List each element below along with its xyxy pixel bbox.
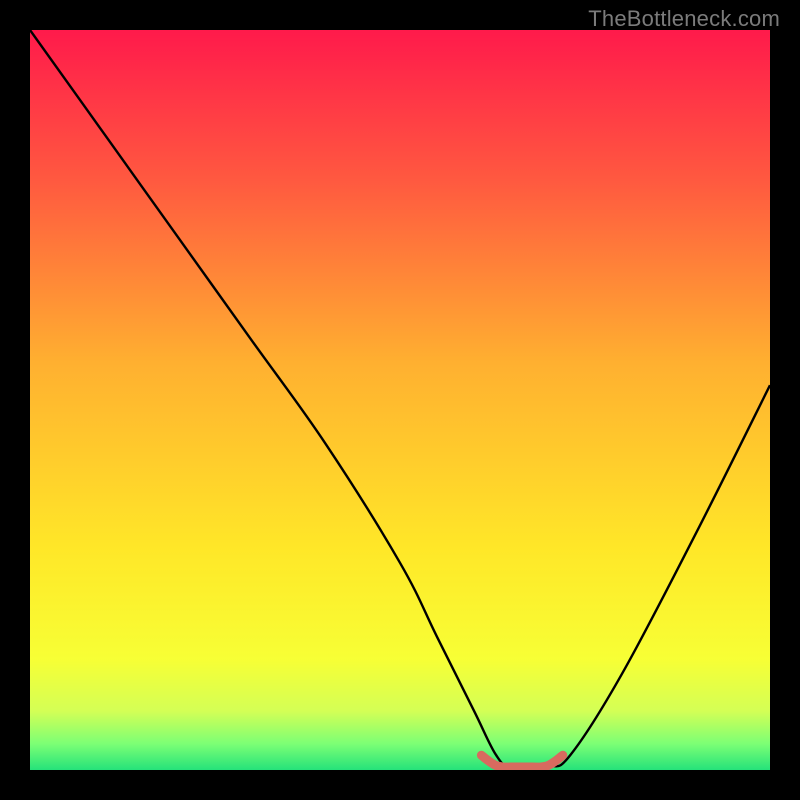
chart-lines [30,30,770,770]
bottleneck-curve [30,30,770,768]
plot-area [30,30,770,770]
watermark-text: TheBottleneck.com [588,6,780,32]
sweet-spot-marker [481,755,562,767]
chart-frame: TheBottleneck.com [0,0,800,800]
